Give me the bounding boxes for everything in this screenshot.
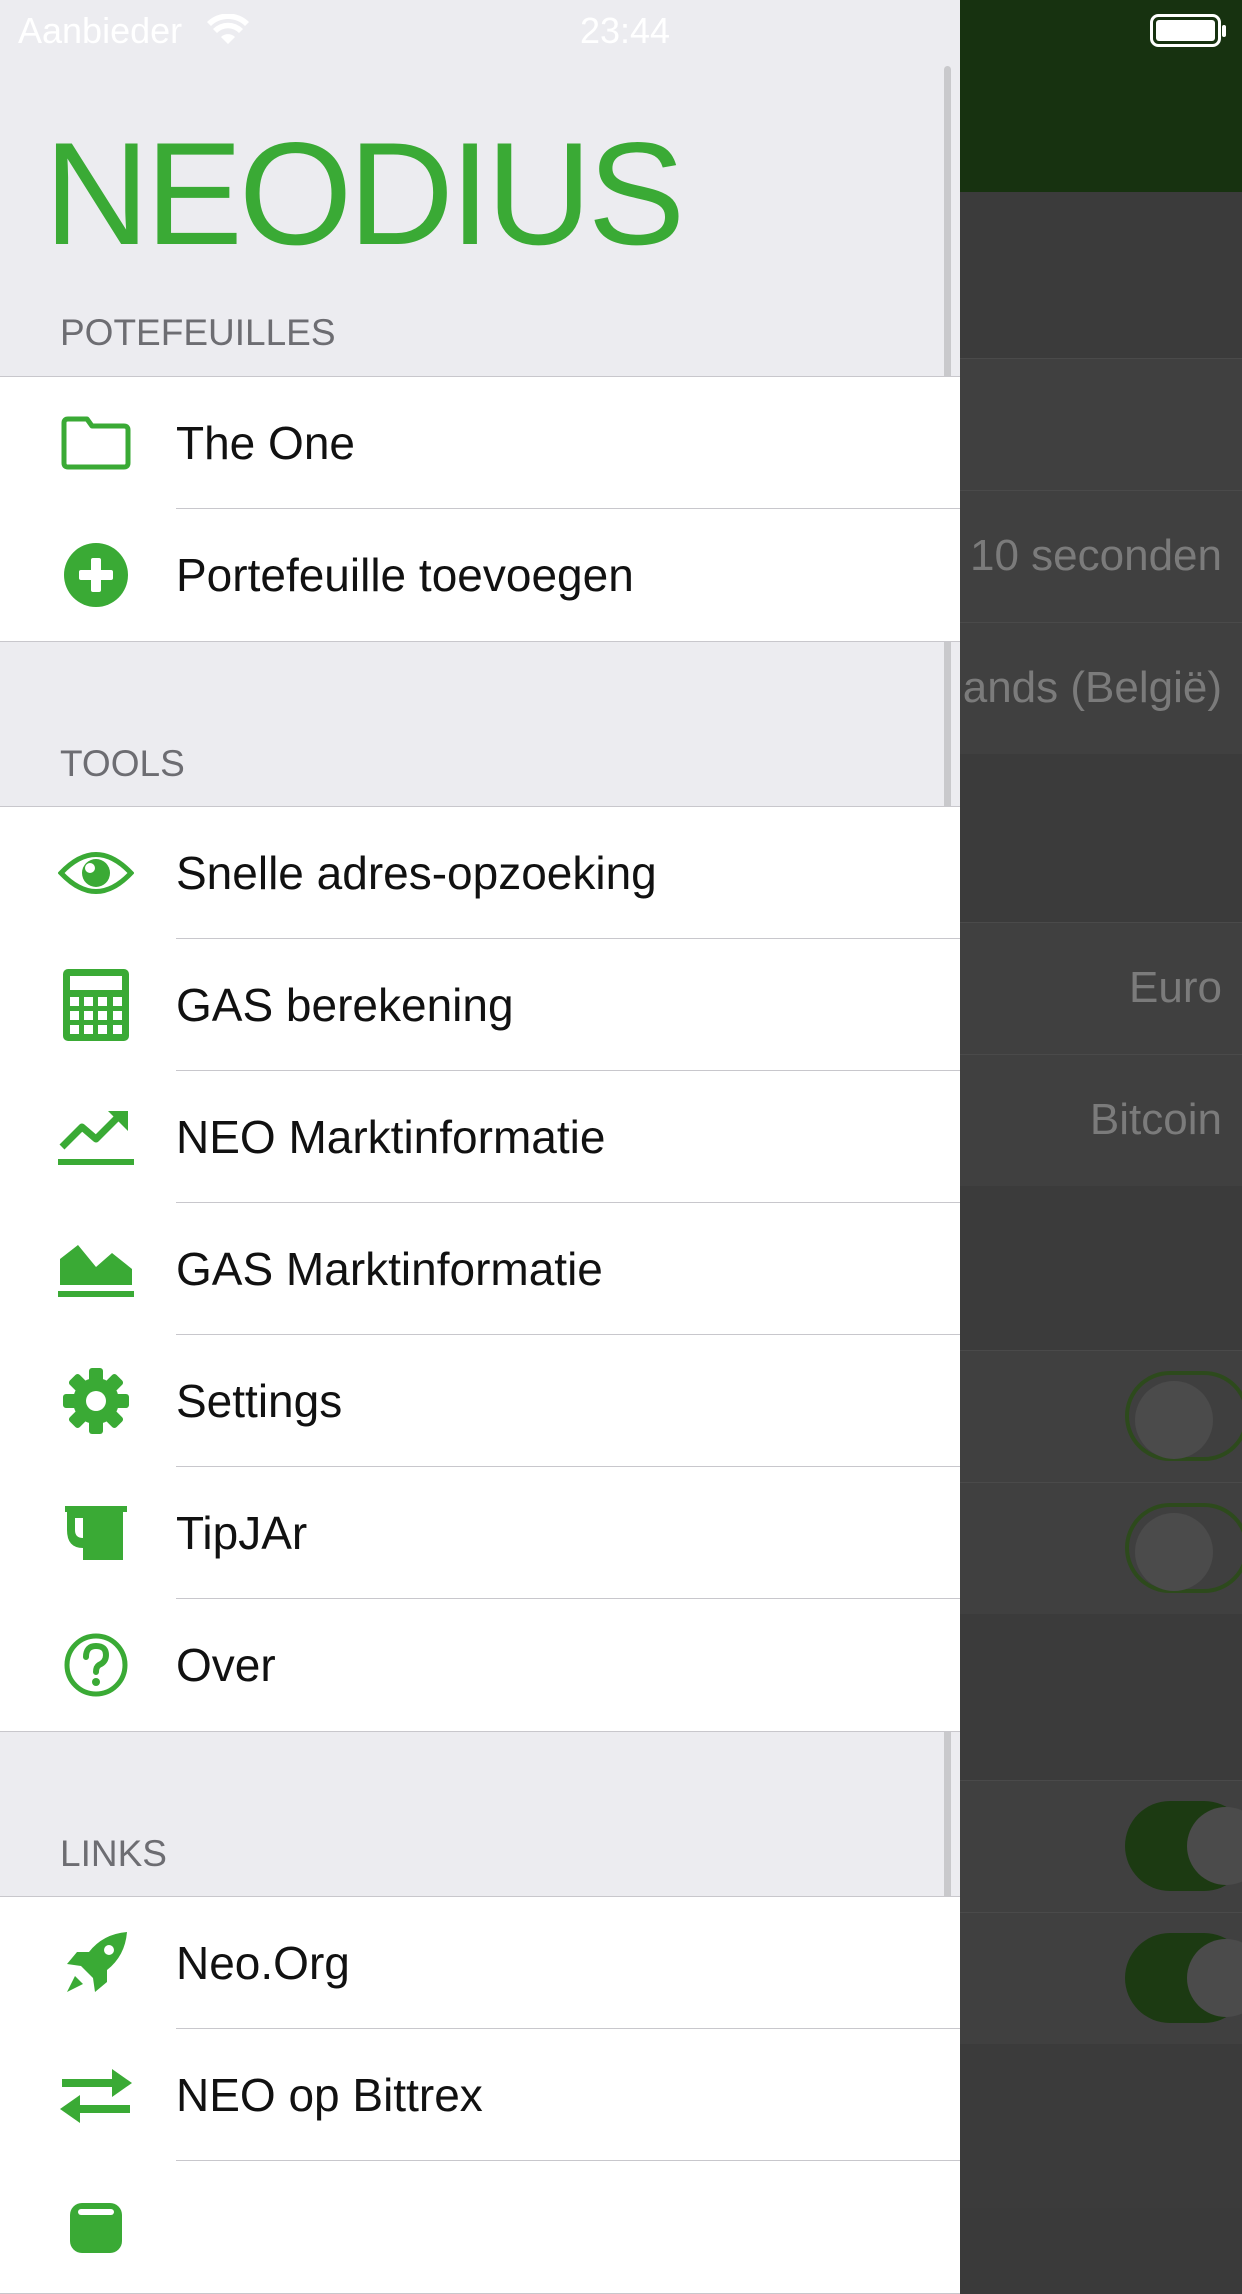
refresh-value: 10 seconden	[970, 531, 1222, 580]
section-title-portfolios: POTEFEUILLES	[60, 312, 336, 353]
calculator-icon	[58, 969, 134, 1041]
menu-item-label: TipJAr	[176, 1507, 308, 1559]
menu-item-neo-bittrex[interactable]: NEO op Bittrex	[0, 2029, 960, 2161]
database-icon	[58, 2197, 134, 2257]
menu-item-label: Portefeuille toevoegen	[176, 549, 634, 601]
currency-2-value: Bitcoin	[1089, 1095, 1222, 1144]
eye-icon	[58, 843, 134, 903]
gear-icon	[58, 1368, 134, 1434]
menu-item-the-one[interactable]: The One	[0, 377, 960, 509]
background-toggle	[1125, 1503, 1242, 1593]
background-toggle	[1125, 1933, 1242, 2023]
section-title-tools: TOOLS	[60, 743, 185, 784]
tip-jar-icon	[58, 1503, 134, 1563]
menu-item-label: GAS berekening	[176, 979, 514, 1031]
menu-item-add-portfolio[interactable]: Portefeuille toevoegen	[0, 509, 960, 641]
menu-item-neo-org[interactable]: Neo.Org	[0, 1897, 960, 2029]
exchange-icon	[58, 2065, 134, 2125]
menu-item-label: GAS Marktinformatie	[176, 1243, 603, 1295]
menu-item-neo-market-info[interactable]: NEO Marktinformatie	[0, 1071, 960, 1203]
menu-item-label: NEO op Bittrex	[176, 2069, 483, 2121]
menu-item-label: Over	[176, 1639, 276, 1691]
background-toggle	[1125, 1801, 1242, 1891]
menu-item-label: NEO Marktinformatie	[176, 1111, 606, 1163]
portfolios-group: The One Portefeuille toevoegen	[0, 376, 960, 642]
status-time: 23:44	[579, 10, 671, 51]
background-toggle	[1125, 1371, 1242, 1461]
rocket-icon	[58, 1932, 134, 1993]
menu-item-address-lookup[interactable]: Snelle adres-opzoeking	[0, 807, 960, 939]
menu-item-label: Neo.Org	[176, 1937, 350, 1989]
menu-item-label: Snelle adres-opzoeking	[176, 847, 657, 899]
menu-item-settings[interactable]: Settings	[0, 1335, 960, 1467]
plus-circle-icon	[58, 543, 134, 607]
side-drawer: NEODIUS POTEFEUILLES The One Portefeuill…	[0, 0, 960, 2294]
status-bar: Aanbieder 23:44	[0, 0, 1242, 60]
language-value: ands (België)	[962, 663, 1222, 712]
links-group: Neo.Org NEO op Bittrex	[0, 1896, 960, 2294]
menu-item-label: Settings	[176, 1375, 343, 1427]
menu-item-partial[interactable]	[0, 2161, 960, 2293]
menu-item-label: The One	[176, 417, 355, 469]
menu-item-gas-market-info[interactable]: GAS Marktinformatie	[0, 1203, 960, 1335]
menu-item-about[interactable]: Over	[0, 1599, 960, 1731]
line-chart-icon	[58, 1107, 134, 1167]
battery-icon	[1150, 14, 1228, 48]
menu-item-tipjar[interactable]: TipJAr	[0, 1467, 960, 1599]
tools-group: Snelle adres-opzoeking GAS berekening NE…	[0, 806, 960, 1732]
currency-1-value: Euro	[1129, 963, 1222, 1012]
question-circle-icon	[58, 1633, 134, 1697]
app-logo: NEODIUS	[44, 112, 685, 275]
menu-item-gas-calculation[interactable]: GAS berekening	[0, 939, 960, 1071]
folder-icon	[58, 413, 134, 473]
section-title-links: LINKS	[60, 1833, 167, 1874]
area-chart-icon	[58, 1239, 134, 1299]
